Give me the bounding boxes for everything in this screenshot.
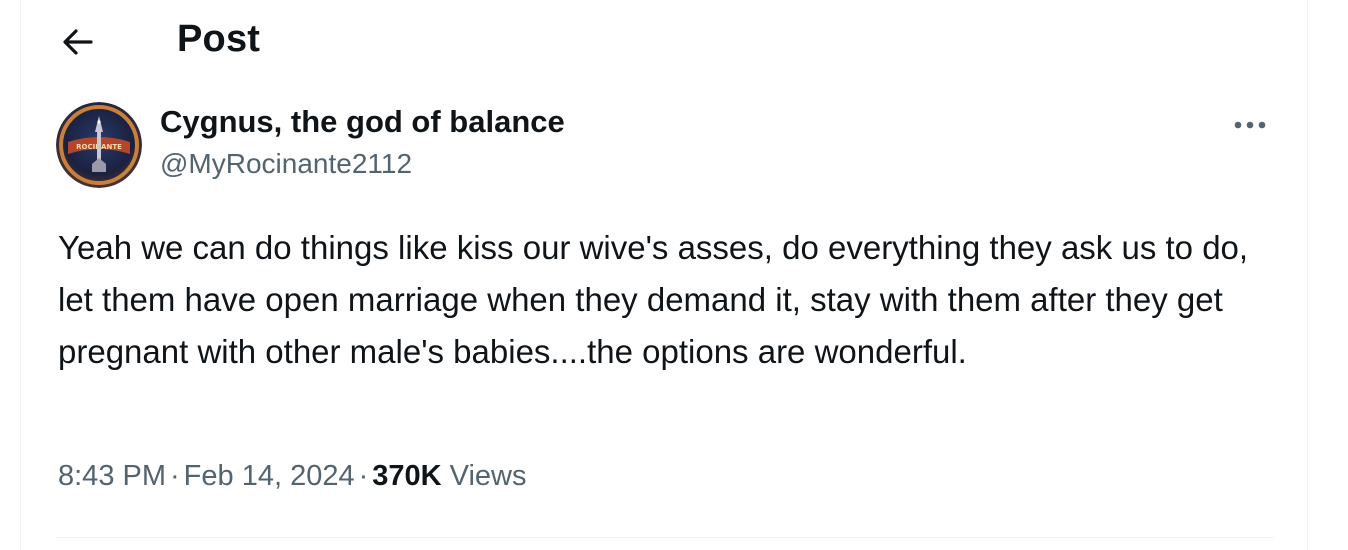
back-button[interactable] [56,22,100,62]
arrow-left-icon [63,29,93,55]
avatar[interactable]: ROCINANTE [56,102,142,188]
rocinante-logo-image: ROCINANTE [56,102,142,188]
meta-separator: · [358,460,369,492]
divider [56,537,1274,538]
views-count: 370K [372,460,442,492]
post-date[interactable]: Feb 14, 2024 [184,460,355,492]
page-header: Post [0,0,1348,82]
more-horizontal-icon [1234,121,1266,129]
author-handle[interactable]: @MyRocinante2112 [160,148,412,180]
views-label: Views [449,460,527,492]
frame-border-right [1307,0,1308,550]
author-display-name[interactable]: Cygnus, the god of balance [160,104,565,140]
post-text: Yeah we can do things like kiss our wive… [58,229,1249,370]
page-title: Post [177,18,261,60]
frame-border-left [20,0,21,550]
post-meta: 8:43 PM · Feb 14, 2024 · 370K Views [58,460,527,493]
more-options-button[interactable] [1228,110,1272,140]
post-time[interactable]: 8:43 PM [58,460,166,492]
meta-separator: · [170,460,180,492]
